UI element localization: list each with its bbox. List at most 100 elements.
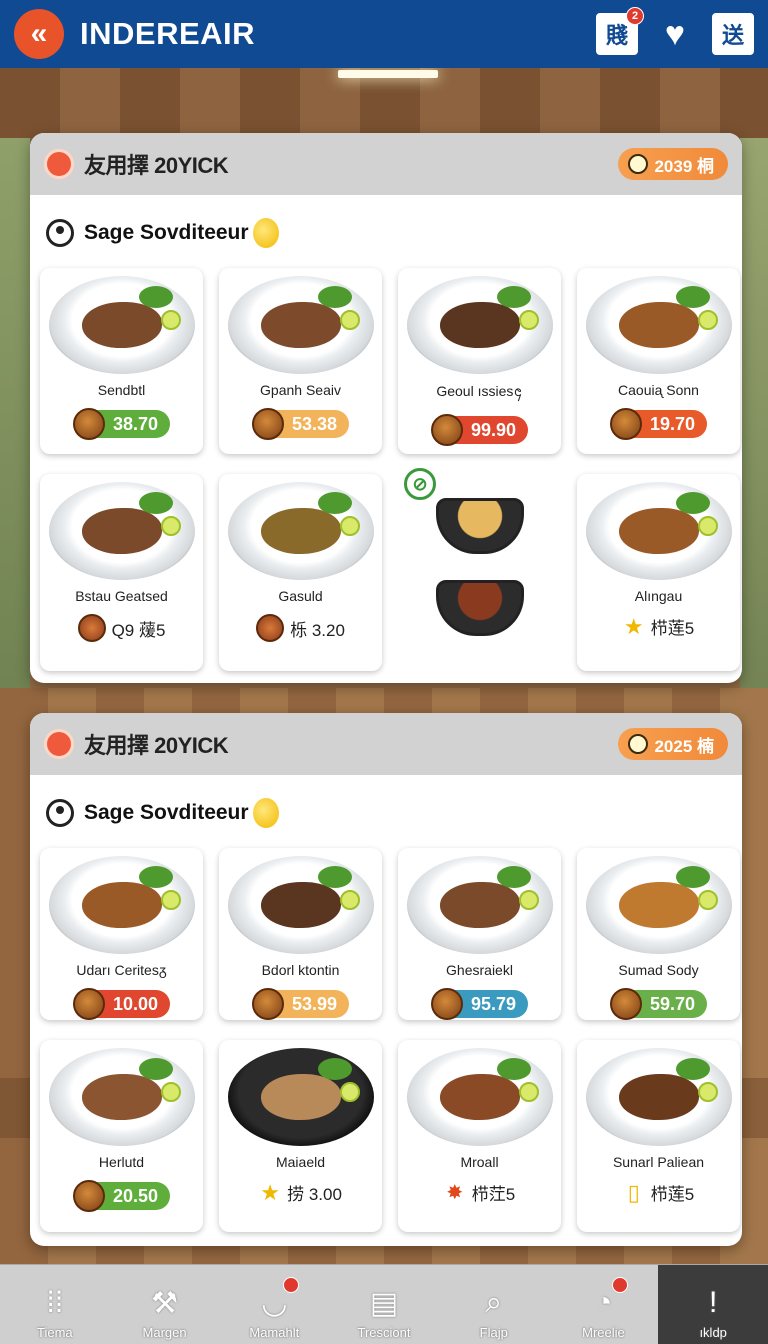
top-app-bar: « INDEREAIR 賤 2 ♥ 送 — [0, 0, 768, 68]
dish-card[interactable]: Bdorl ktontin 53.99 — [219, 848, 382, 1020]
lemon-icon — [697, 516, 718, 536]
menu-panel-1: 友用擇 20YICK 2039 桐 Sage Sovditeeur Sendbt… — [30, 133, 742, 683]
nav-label: Tresciont — [357, 1325, 411, 1340]
top-actions: 賤 2 ♥ 送 — [596, 7, 754, 55]
dish-card[interactable]: Ghesraiekl 95.79 — [398, 848, 561, 1020]
dish-card[interactable]: Geoul ıssies᪄ 99.90 — [398, 268, 561, 454]
dish-name: Geoul ıssies᪄ — [436, 383, 523, 399]
food-icon — [439, 302, 520, 348]
heart-button[interactable]: ♥ — [654, 13, 696, 55]
spice-icon — [256, 614, 285, 642]
nav-item-alert[interactable]: ! ıkldp — [658, 1265, 768, 1344]
dish-grid: Udarı Ceritesᵹ 10.00 Bdorl ktontin 53.99 Ghe… — [40, 848, 740, 1232]
dish-image — [406, 856, 553, 954]
nav-item-bowl[interactable]: ◡ Mamahlt — [219, 1265, 329, 1344]
price-row: Q9 蕿5 — [77, 614, 166, 642]
dish-card[interactable]: ⊘ — [398, 468, 561, 671]
sauce-bowl-icon — [430, 988, 463, 1020]
lettuce-icon — [496, 286, 531, 308]
points-pill[interactable]: 2039 桐 — [618, 148, 728, 180]
spice-icon — [77, 614, 106, 642]
food-icon — [81, 1074, 162, 1120]
dish-image — [227, 1048, 374, 1146]
tool-icon: ⚒ — [151, 1286, 179, 1320]
sauce-bowl-icon — [251, 988, 284, 1020]
food-icon — [81, 302, 162, 348]
lettuce-icon — [496, 866, 531, 888]
notification-badge — [283, 1277, 300, 1293]
price-value: 19.70 — [631, 410, 708, 438]
lettuce-icon — [675, 1058, 710, 1080]
price-value: 59.70 — [631, 990, 708, 1018]
wheel-icon — [44, 149, 74, 179]
dish-card[interactable]: Herlutd 20.50 — [40, 1040, 203, 1232]
points-pill[interactable]: 2025 楠 — [618, 728, 728, 760]
lettuce-icon — [675, 492, 710, 514]
dish-image — [48, 1048, 195, 1146]
price-value: 53.38 — [273, 410, 350, 438]
price-value: 38.70 — [94, 410, 171, 438]
nav-item-clipboard[interactable]: ▤ Tresciont — [329, 1265, 439, 1344]
clipboard-icon: ▤ — [369, 1286, 399, 1320]
price-value: 53.99 — [273, 990, 350, 1018]
dish-image — [406, 1048, 553, 1146]
dish-card[interactable]: Mroall ✸ 栉茳5 — [398, 1040, 561, 1232]
dish-card[interactable]: Alıngau ★ 栉莲5 — [577, 474, 740, 671]
dish-name: Bdorl ktontin — [261, 962, 340, 978]
lettuce-icon — [138, 492, 173, 514]
back-button[interactable]: « — [14, 9, 64, 59]
dish-name: Sunarl Paliean — [612, 1154, 705, 1170]
price-row: 53.99 — [251, 988, 350, 1020]
lemon-icon — [518, 310, 539, 330]
panel-title: 友用擇 20YICK — [84, 733, 229, 758]
alert-icon: ! — [709, 1286, 718, 1319]
price-row: ★ 栉莲5 — [623, 614, 694, 639]
dish-card[interactable]: Gpanh Seaiv 53.38 — [219, 268, 382, 454]
notification-badge — [612, 1277, 629, 1293]
dish-card[interactable]: Sendbtl 38.70 — [40, 268, 203, 454]
price-value: Q9 蕿5 — [111, 620, 166, 640]
dish-image — [48, 482, 195, 580]
lettuce-icon — [138, 1058, 173, 1080]
lettuce-icon — [138, 866, 173, 888]
points-value: 2039 桐 — [654, 156, 714, 176]
nav-label: Mreelie — [582, 1325, 625, 1340]
lettuce-icon — [675, 286, 710, 308]
dish-card[interactable]: Udarı Ceritesᵹ 10.00 — [40, 848, 203, 1020]
dish-image — [227, 482, 374, 580]
nav-item-chat[interactable]: ◔ Mreelie — [549, 1265, 659, 1344]
dish-card[interactable]: Gasuld 栎 3.20 — [219, 474, 382, 671]
dish-name: Gasuld — [278, 588, 323, 604]
price-row: ✸ 栉茳5 — [444, 1180, 515, 1205]
dish-card[interactable]: Bstau Geatsed Q9 蕿5 — [40, 474, 203, 671]
panel-header: 友用擇 20YICK 2039 桐 — [30, 133, 742, 195]
dish-card[interactable]: Caouiᶏ Sonn 19.70 — [577, 268, 740, 454]
lemon-icon — [160, 310, 181, 330]
pot-icon — [435, 580, 524, 636]
points-value: 2025 楠 — [654, 736, 714, 756]
lemon-icon — [697, 890, 718, 910]
dish-grid: Sendbtl 38.70 Gpanh Seaiv 53.38 Geoul ıssies… — [40, 268, 740, 671]
nav-item-tool[interactable]: ⚒ Margen — [110, 1265, 220, 1344]
calendar-button[interactable]: 賤2 — [596, 7, 644, 55]
lettuce-icon — [138, 286, 173, 308]
exit-button[interactable]: 送 — [712, 13, 754, 55]
lemon-icon — [697, 310, 718, 330]
dish-image — [48, 276, 195, 374]
sauce-bowl-icon — [72, 408, 105, 440]
dish-card[interactable]: Sunarl Paliean ▯ 栉莲5 — [577, 1040, 740, 1232]
nav-item-search[interactable]: ⌕ Flajp — [439, 1265, 549, 1344]
nav-label: Margen — [142, 1325, 187, 1340]
dish-name: Sendbtl — [97, 382, 146, 398]
price-value: 栎 3.20 — [290, 620, 345, 640]
dish-name: Bstau Geatsed — [75, 588, 168, 604]
dish-name: Caouiᶏ Sonn — [618, 382, 699, 398]
dish-card[interactable]: Maiaeld ★ 捞 3.00 — [219, 1040, 382, 1232]
food-icon — [439, 1074, 520, 1120]
dish-name: Ghesraiekl — [446, 962, 513, 978]
food-icon — [260, 302, 341, 348]
nav-item-grid[interactable]: ⁞⁞ Tiema — [0, 1265, 110, 1344]
lettuce-icon — [317, 492, 352, 514]
sun-icon — [628, 154, 649, 174]
dish-card[interactable]: Sumad Sody 59.70 — [577, 848, 740, 1020]
